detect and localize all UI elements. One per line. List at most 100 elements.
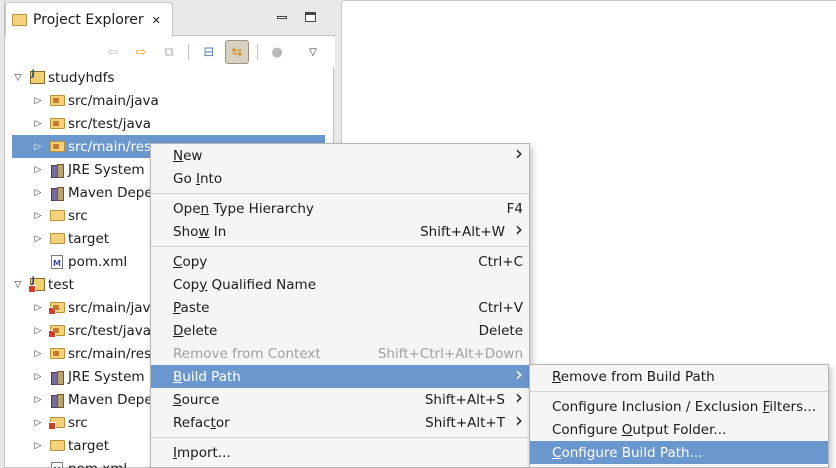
source-folder-icon <box>49 346 65 362</box>
menu-item-shortcut: Shift+Alt+S <box>424 391 505 408</box>
collapsed-twisty-icon[interactable]: ▷ <box>33 441 43 451</box>
menu-item-copy[interactable]: Copy Ctrl+C <box>151 250 529 273</box>
collapsed-twisty-icon[interactable]: ▷ <box>33 349 43 359</box>
menu-item-label: Configure Build Path... <box>552 444 703 461</box>
menu-item-new[interactable]: New › <box>151 141 529 167</box>
collapsed-twisty-icon[interactable]: ▷ <box>33 372 43 382</box>
context-menu: New › Go Into Open Type Hierarchy F4 Show In S… <box>150 141 530 468</box>
link-with-editor-icon[interactable]: ⇆ <box>225 40 249 64</box>
chevron-right-icon: › <box>515 217 523 241</box>
menu-item-delete[interactable]: Delete Delete <box>151 319 529 342</box>
menu-item-label: Open Type Hierarchy <box>173 200 314 217</box>
library-icon <box>49 369 65 385</box>
tree-item-label: studyhdfs <box>48 69 115 86</box>
tree-item-label: pom.xml <box>68 253 128 270</box>
project-error-icon <box>27 276 45 293</box>
back-icon[interactable]: ⇦ <box>103 42 123 62</box>
collapsed-twisty-icon[interactable]: ▷ <box>33 418 43 428</box>
build-path-submenu: Remove from Build Path Configure Inclusio… <box>529 364 829 468</box>
menu-item-build-path[interactable]: Build Path › <box>151 362 529 388</box>
folder-icon <box>12 14 27 26</box>
menu-item-shortcut: Shift+Alt+T <box>425 414 505 431</box>
explorer-toolbar: ⇦ ⇨ ⧉ ⊟ ⇆ ● ▽ <box>5 37 335 67</box>
collapsed-twisty-icon[interactable]: ▷ <box>33 326 43 336</box>
tree-item-label: src <box>68 207 88 224</box>
forward-icon[interactable]: ⇨ <box>131 42 151 62</box>
filter-icon[interactable]: ● <box>267 42 287 62</box>
menu-item-label: Delete <box>173 322 218 339</box>
tree-item[interactable]: ▽ studyhdfs <box>5 66 335 89</box>
menu-item-import[interactable]: Import... <box>151 441 529 464</box>
tree-item-label: pom.xml <box>68 461 127 468</box>
collapsed-twisty-icon[interactable]: ▷ <box>33 211 43 221</box>
up-icon[interactable]: ⧉ <box>159 42 179 62</box>
collapsed-twisty-icon[interactable]: ▷ <box>33 234 43 244</box>
tree-item-label: JRE System L <box>68 368 157 385</box>
collapsed-twisty-icon[interactable]: ▷ <box>33 303 43 313</box>
tree-item-label: src/main/java <box>68 92 159 109</box>
menu-item-paste[interactable]: Paste Ctrl+V <box>151 296 529 319</box>
menu-item-label: New <box>173 147 203 164</box>
tree-item-label: Maven Depe <box>68 391 153 408</box>
panel-tab-bar: Project Explorer ✕ <box>5 0 335 37</box>
menu-item-label: Build Path <box>173 368 241 385</box>
tree-item-label: test <box>48 276 74 293</box>
collapsed-twisty-icon[interactable]: ▷ <box>33 96 43 106</box>
tree-item-label: target <box>68 437 110 454</box>
tree-item[interactable]: ▷ src/test/java <box>5 112 335 135</box>
tree-item[interactable]: ▷ src/main/java <box>5 89 335 112</box>
toolbar-separator <box>188 44 189 60</box>
collapsed-twisty-icon[interactable]: ▷ <box>33 395 43 405</box>
view-menu-icon[interactable]: ▽ <box>303 42 323 62</box>
menu-item-configure-build-path[interactable]: Configure Build Path... <box>530 441 828 464</box>
folder-icon <box>49 438 65 454</box>
expanded-twisty-icon[interactable]: ▽ <box>13 280 23 290</box>
menu-item-label: Source <box>173 391 220 408</box>
menu-item-label: Refactor <box>173 414 230 431</box>
collapsed-twisty-icon[interactable]: ▷ <box>33 119 43 129</box>
menu-item-refactor[interactable]: Refactor Shift+Alt+T › <box>151 408 529 434</box>
menu-item-copy-qualified-name[interactable]: Copy Qualified Name <box>151 273 529 296</box>
source-folder-icon <box>49 93 65 109</box>
library-icon <box>49 162 65 178</box>
maximize-icon[interactable] <box>303 10 317 24</box>
menu-separator <box>151 193 529 194</box>
source-folder-error-icon <box>47 323 65 339</box>
collapsed-twisty-icon[interactable]: ▷ <box>33 188 43 198</box>
chevron-right-icon: › <box>515 408 523 432</box>
menu-item-label: Configure Output Folder... <box>552 421 727 438</box>
minimize-icon[interactable] <box>275 10 289 24</box>
xml-file-icon: M <box>49 254 65 270</box>
menu-separator <box>151 246 529 247</box>
menu-item-label: Remove from Context <box>173 345 321 362</box>
menu-item-remove-from-build-path[interactable]: Remove from Build Path <box>530 365 828 388</box>
tree-item-label: src/main/res <box>68 138 152 155</box>
tab-project-explorer[interactable]: Project Explorer ✕ <box>5 2 173 37</box>
menu-item-go-into[interactable]: Go Into <box>151 167 529 190</box>
tree-item-label: src/main/java <box>68 299 159 316</box>
tree-item-label: Maven Depe <box>68 184 153 201</box>
library-icon <box>49 185 65 201</box>
tree-item-label: JRE System L <box>68 161 157 178</box>
chevron-right-icon: › <box>515 362 523 386</box>
menu-item-label: Copy Qualified Name <box>173 276 317 293</box>
expanded-twisty-icon[interactable]: ▽ <box>13 73 23 83</box>
menu-item-label: Configure Inclusion / Exclusion Filters.… <box>552 398 816 415</box>
menu-item-configure-output-folder[interactable]: Configure Output Folder... <box>530 418 828 441</box>
collapsed-twisty-icon[interactable]: ▷ <box>33 142 43 152</box>
menu-item-shortcut: Delete <box>478 322 523 339</box>
menu-item-label: Remove from Build Path <box>552 368 715 385</box>
close-icon[interactable]: ✕ <box>152 14 161 27</box>
menu-item-configure-inclusion-exclusion-filters[interactable]: Configure Inclusion / Exclusion Filters.… <box>530 395 828 418</box>
folder-error-icon <box>47 415 65 431</box>
xml-file-icon: M <box>49 461 65 468</box>
menu-item-open-type-hierarchy[interactable]: Open Type Hierarchy F4 <box>151 197 529 220</box>
menu-item-shortcut: Ctrl+C <box>478 253 523 270</box>
menu-item-source[interactable]: Source Shift+Alt+S › <box>151 385 529 411</box>
collapsed-twisty-icon[interactable]: ▷ <box>33 165 43 175</box>
toolbar-separator <box>257 44 258 60</box>
menu-item-shortcut: F4 <box>506 200 523 217</box>
menu-item-show-in[interactable]: Show In Shift+Alt+W › <box>151 217 529 243</box>
collapse-all-icon[interactable]: ⊟ <box>199 42 219 62</box>
